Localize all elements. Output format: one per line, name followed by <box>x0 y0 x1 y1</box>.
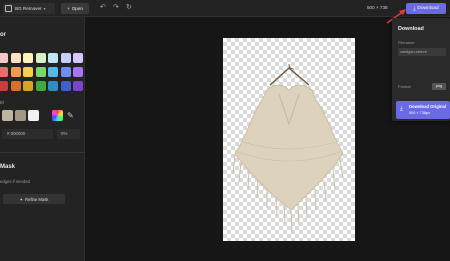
blur-label: Bl <box>0 100 4 105</box>
color-swatch[interactable] <box>0 53 8 63</box>
color-swatch[interactable] <box>48 53 58 63</box>
refine-mask-button[interactable]: ✦ Refine Mask <box>3 194 65 204</box>
color-swatch[interactable] <box>35 53 46 63</box>
color-swatch[interactable] <box>35 67 46 77</box>
refine-mask-label: Refine Mask <box>25 196 49 202</box>
open-label: Open <box>71 6 83 11</box>
download-label: Download <box>417 6 439 11</box>
undo-icon[interactable]: ↶ <box>100 4 106 12</box>
format-select[interactable]: png <box>432 83 446 90</box>
hex-color-input[interactable]: # 000000 <box>2 129 53 139</box>
color-swatch[interactable] <box>60 53 71 63</box>
color-picker-icon[interactable] <box>52 110 63 121</box>
color-swatch[interactable] <box>73 53 83 63</box>
color-swatch[interactable] <box>10 67 21 77</box>
download-icon: ⤓ <box>413 6 416 12</box>
download-original-button[interactable]: ⤓ Download Original 500 × 738px <box>396 101 450 119</box>
app-menu[interactable]: BG Remover ▾ <box>3 3 55 14</box>
mask-section-heading: Mask <box>0 164 16 170</box>
mask-hint-text: edges if needed <box>0 179 30 184</box>
color-swatch[interactable] <box>0 81 8 91</box>
plus-icon: + <box>67 6 70 11</box>
download-original-dims: 500 × 738px <box>409 111 431 115</box>
chevron-down-icon: ▾ <box>43 6 46 11</box>
brush-icon: ✦ <box>19 196 24 202</box>
color-section-heading: or <box>0 32 6 38</box>
top-toolbar: BG Remover ▾ + Open ↶ ↷ ↻ 500 × 738 ⤓ Do… <box>0 0 450 17</box>
tone-swatch[interactable] <box>15 110 26 121</box>
color-swatch[interactable] <box>60 67 71 77</box>
open-button[interactable]: + Open <box>61 3 89 14</box>
reset-icon[interactable]: ↻ <box>126 4 132 12</box>
color-swatch[interactable] <box>10 81 21 91</box>
filename-input[interactable]: cardigan-sleeve <box>398 48 446 56</box>
product-image <box>232 63 344 234</box>
download-panel-title: Download <box>398 26 424 32</box>
color-swatch[interactable] <box>60 81 71 91</box>
image-canvas[interactable] <box>223 38 355 241</box>
color-swatch[interactable] <box>10 53 21 63</box>
eyedropper-icon[interactable]: ✎ <box>67 110 74 121</box>
filename-label: Filename <box>398 40 415 45</box>
redo-icon[interactable]: ↷ <box>113 4 119 12</box>
download-original-label: Download Original <box>409 104 446 109</box>
color-swatch[interactable] <box>0 67 8 77</box>
tone-swatch[interactable] <box>2 110 13 121</box>
color-swatch[interactable] <box>73 67 83 77</box>
color-swatch[interactable] <box>23 67 33 77</box>
format-label: Format <box>398 84 411 89</box>
app-title: BG Remover <box>15 6 42 11</box>
download-button[interactable]: ⤓ Download <box>406 3 446 14</box>
download-icon: ⤓ <box>400 106 403 112</box>
left-sidebar: or Bl ✎ # 000000 0% Mask edges if needed… <box>0 17 85 261</box>
color-swatch[interactable] <box>73 81 83 91</box>
app-logo-icon <box>5 5 12 12</box>
section-divider <box>0 152 85 153</box>
color-swatch[interactable] <box>48 81 58 91</box>
color-swatch[interactable] <box>35 81 46 91</box>
color-swatch[interactable] <box>23 81 33 91</box>
color-swatch[interactable] <box>48 67 58 77</box>
opacity-input[interactable]: 0% <box>57 129 80 139</box>
tone-swatch[interactable] <box>28 110 39 121</box>
color-swatch[interactable] <box>23 53 33 63</box>
